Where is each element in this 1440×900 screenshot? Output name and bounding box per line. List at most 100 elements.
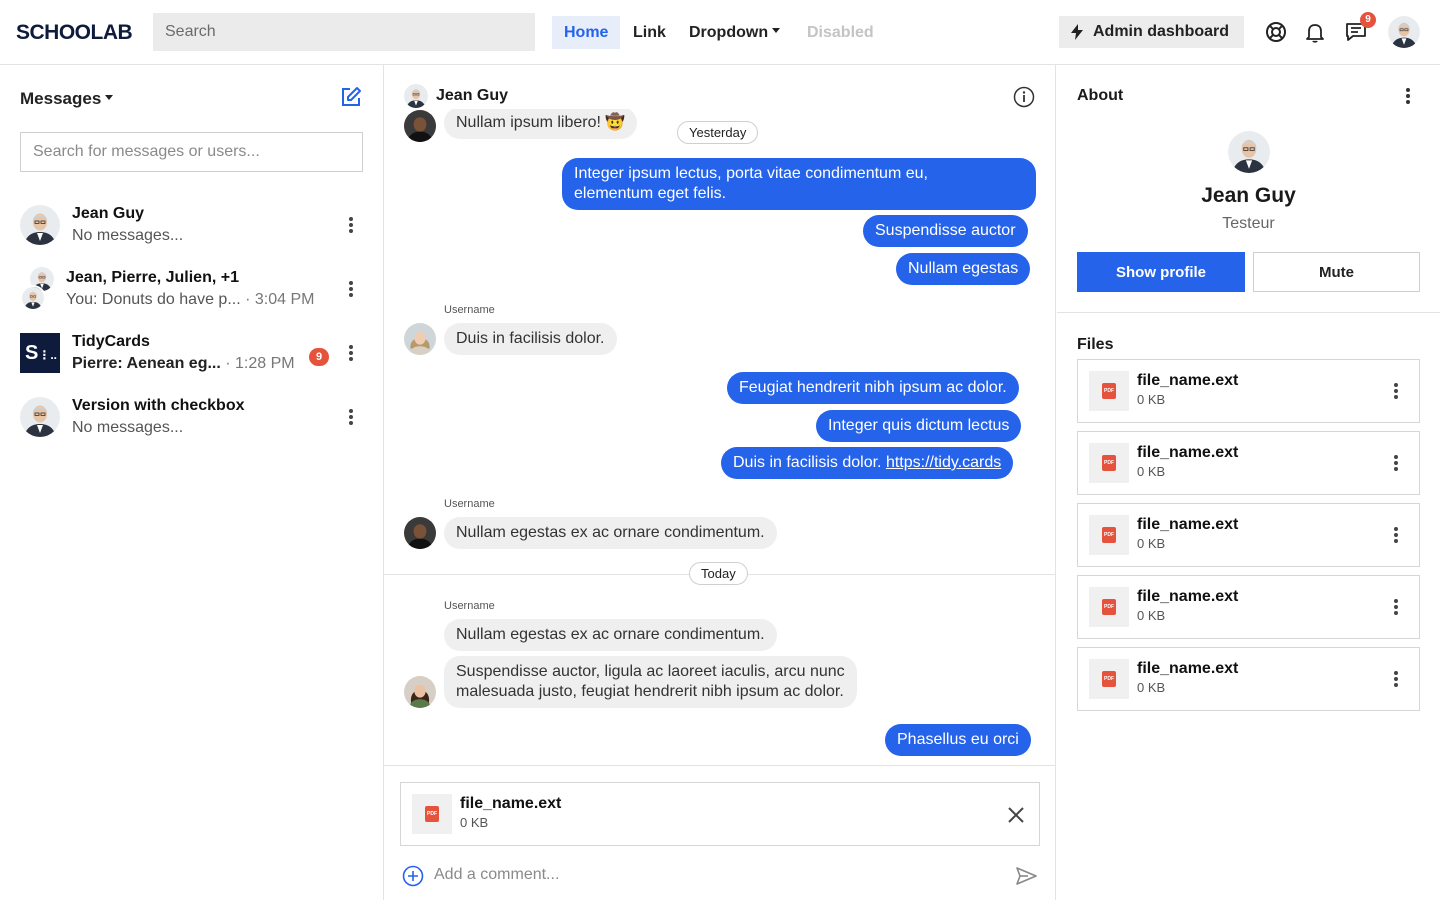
conversation-item[interactable]: Version with checkbox No messages...	[20, 397, 365, 451]
show-profile-button[interactable]: Show profile	[1077, 252, 1245, 292]
mute-button[interactable]: Mute	[1253, 252, 1420, 292]
pdf-file-icon: PDF	[1089, 443, 1129, 483]
admin-dashboard-label: Admin dashboard	[1093, 23, 1230, 40]
outgoing-message: Phasellus eu orci	[885, 724, 1031, 756]
compose-icon[interactable]	[340, 86, 362, 108]
outgoing-message: Nullam egestas	[896, 253, 1031, 285]
pdf-file-icon: PDF	[1089, 371, 1129, 411]
lightning-icon	[1071, 24, 1083, 40]
day-separator: Today	[689, 562, 748, 585]
file-card[interactable]: PDF file_name.ext 0 KB	[1077, 431, 1420, 495]
pdf-file-icon: PDF	[412, 794, 452, 834]
avatar	[404, 517, 436, 549]
send-icon[interactable]	[1015, 865, 1037, 887]
file-name: file_name.ext	[1137, 372, 1239, 389]
pdf-icon: PDF	[425, 806, 439, 822]
sender-username: Username	[444, 498, 495, 510]
add-attachment-icon[interactable]	[402, 865, 424, 887]
help-lifebuoy-icon[interactable]	[1264, 20, 1288, 44]
file-card[interactable]: PDF file_name.ext 0 KB	[1077, 647, 1420, 711]
messages-title: Messages	[20, 89, 102, 108]
day-separator: Yesterday	[677, 121, 759, 144]
nav-dropdown-label: Dropdown	[689, 24, 769, 41]
info-icon[interactable]	[1013, 86, 1035, 108]
unread-badge: 9	[309, 348, 329, 366]
chat-header-name[interactable]: Jean Guy	[436, 87, 508, 105]
profile-name: Jean Guy	[1201, 184, 1296, 207]
sender-username: Username	[444, 600, 495, 612]
more-options-icon[interactable]	[1386, 453, 1406, 473]
profile-avatar	[1228, 131, 1270, 173]
files-title: Files	[1077, 336, 1114, 353]
conversation-item[interactable]: Jean Guy No messages...	[20, 205, 365, 259]
pdf-icon: PDF	[1102, 671, 1116, 687]
bell-icon[interactable]	[1303, 20, 1327, 44]
more-options-icon[interactable]	[1386, 525, 1406, 545]
attachment-size: 0 KB	[460, 815, 489, 830]
global-search-input[interactable]	[153, 13, 535, 51]
schoolab-logo[interactable]: SCHOOLAB	[16, 21, 133, 45]
messages-badge: 9	[1360, 12, 1376, 28]
incoming-message: Suspendisse auctor, ligula ac laoreet ia…	[444, 656, 857, 708]
more-options-icon[interactable]	[341, 343, 361, 363]
more-options-icon[interactable]	[341, 407, 361, 427]
incoming-message: Nullam ipsum libero! 🤠	[444, 109, 638, 139]
attachment-preview: PDF file_name.ext 0 KB	[400, 782, 1040, 846]
more-options-icon[interactable]	[1398, 86, 1418, 106]
conversation-preview: No messages...	[72, 419, 184, 436]
outgoing-message: Integer ipsum lectus, porta vitae condim…	[562, 158, 1036, 210]
profile-role: Testeur	[1222, 215, 1275, 232]
conversation-name: Jean, Pierre, Julien, +1	[66, 269, 239, 286]
admin-dashboard-button[interactable]: Admin dashboard	[1059, 16, 1244, 48]
avatar	[20, 205, 60, 245]
avatar	[404, 676, 436, 708]
messages-filter-dropdown[interactable]: Messages	[20, 89, 114, 109]
more-options-icon[interactable]	[1386, 669, 1406, 689]
caret-down-icon	[772, 28, 781, 34]
about-panel: About Jean Guy Testeur Show profile Mute…	[1057, 65, 1440, 900]
user-avatar[interactable]	[1388, 16, 1420, 48]
pdf-file-icon: PDF	[1089, 659, 1129, 699]
pdf-icon: PDF	[1102, 527, 1116, 543]
conversation-item[interactable]: Jean, Pierre, Julien, +1 You: Donuts do …	[20, 269, 365, 323]
avatar	[404, 110, 436, 142]
file-size: 0 KB	[1137, 680, 1166, 695]
more-options-icon[interactable]	[341, 279, 361, 299]
pdf-icon: PDF	[1102, 599, 1116, 615]
avatar	[404, 323, 436, 355]
outgoing-message: Duis in facilisis dolor. https://tidy.ca…	[721, 447, 1014, 479]
tidycards-logo: S⋮..	[20, 333, 60, 373]
nav-link[interactable]: Link	[621, 16, 678, 49]
avatar	[20, 285, 46, 311]
file-name: file_name.ext	[1137, 588, 1239, 605]
avatar	[20, 397, 60, 437]
message-search-input[interactable]	[20, 132, 363, 172]
caret-down-icon	[105, 95, 114, 101]
conversation-item[interactable]: S⋮.. TidyCards Pierre: Aenean eg... · 1:…	[20, 333, 365, 387]
conversations-sidebar: Messages Jean Guy No messages... Jean, P…	[0, 65, 384, 900]
conversation-time: · 3:04 PM	[240, 291, 315, 308]
file-size: 0 KB	[1137, 464, 1166, 479]
comment-input[interactable]	[434, 862, 994, 888]
message-line: Suspendisse auctor, ligula ac laoreet ia…	[456, 663, 845, 680]
message-text: Duis in facilisis dolor.	[733, 454, 886, 471]
more-options-icon[interactable]	[341, 215, 361, 235]
file-card[interactable]: PDF file_name.ext 0 KB	[1077, 503, 1420, 567]
more-options-icon[interactable]	[1386, 597, 1406, 617]
nav-home[interactable]: Home	[552, 16, 621, 49]
pdf-icon: PDF	[1102, 383, 1116, 399]
message-link[interactable]: https://tidy.cards	[886, 454, 1001, 471]
nav-dropdown[interactable]: Dropdown	[677, 16, 792, 49]
file-card[interactable]: PDF file_name.ext 0 KB	[1077, 359, 1420, 423]
file-size: 0 KB	[1137, 392, 1166, 407]
file-card[interactable]: PDF file_name.ext 0 KB	[1077, 575, 1420, 639]
file-name: file_name.ext	[1137, 660, 1239, 677]
sender-username: Username	[444, 304, 495, 316]
file-size: 0 KB	[1137, 608, 1166, 623]
conversation-time: · 1:28 PM	[220, 355, 295, 372]
pdf-file-icon: PDF	[1089, 515, 1129, 555]
composer-divider	[384, 765, 1056, 766]
close-icon[interactable]	[1006, 805, 1026, 825]
more-options-icon[interactable]	[1386, 381, 1406, 401]
conversation-preview: You: Donuts do have p... · 3:04 PM	[66, 291, 314, 309]
